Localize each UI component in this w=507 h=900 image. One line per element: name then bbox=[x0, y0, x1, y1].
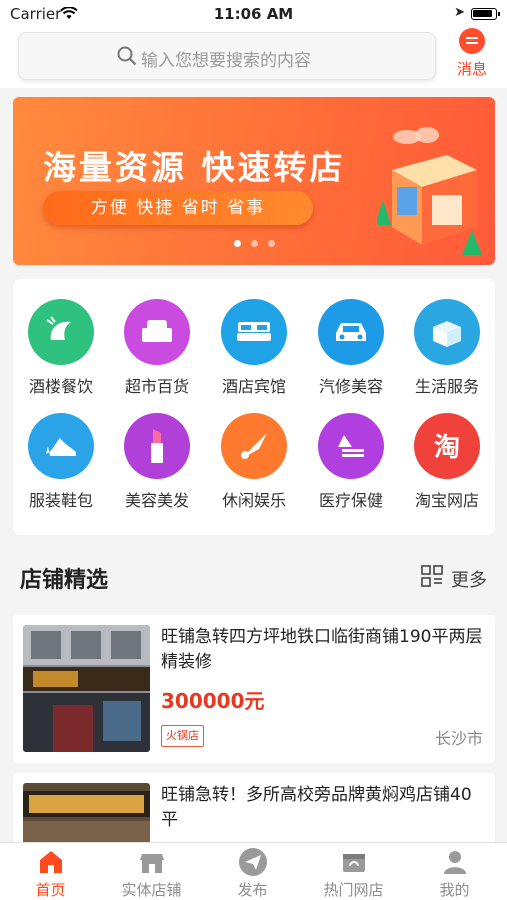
shuttlecock-icon bbox=[221, 413, 287, 479]
medical-icon bbox=[318, 413, 384, 479]
category-life-service[interactable]: 生活服务 bbox=[399, 299, 495, 397]
category-label: 医疗保健 bbox=[318, 491, 383, 510]
listing-photo bbox=[23, 783, 150, 843]
category-grid: 酒楼餐饮 超市百货 酒店宾馆 汽修美容 生活服务 服装鞋包 美容美发 休闲娱乐 … bbox=[13, 279, 495, 535]
tab-mine[interactable]: 我的 bbox=[404, 847, 505, 900]
tab-label: 发布 bbox=[237, 881, 268, 899]
banner-subtitle: 方便 快捷 省时 省事 bbox=[43, 191, 313, 225]
category-auto[interactable]: 汽修美容 bbox=[303, 299, 399, 397]
category-label: 淘宝网店 bbox=[414, 491, 479, 510]
tab-hot-online-shops[interactable]: 热门网店 bbox=[303, 847, 404, 900]
search-icon bbox=[117, 46, 137, 70]
bed-icon bbox=[221, 299, 287, 365]
tab-label: 我的 bbox=[439, 881, 470, 899]
taobao-icon: 淘 bbox=[414, 413, 480, 479]
car-icon bbox=[318, 299, 384, 365]
listing-title: 旺铺急转四方坪地铁口临街商铺190平两层精装修 bbox=[161, 627, 483, 672]
section-title: 店铺精选 bbox=[20, 568, 109, 593]
listing-city: 长沙市 bbox=[434, 729, 483, 748]
shrimp-icon bbox=[28, 299, 94, 365]
carousel-indicator[interactable] bbox=[13, 232, 495, 251]
listing-photo bbox=[23, 625, 150, 752]
home-icon bbox=[0, 847, 101, 877]
store-icon bbox=[101, 847, 202, 877]
header: 输入您想要搜索的内容 消息 bbox=[0, 28, 507, 88]
category-medical[interactable]: 医疗保健 bbox=[303, 413, 399, 511]
search-placeholder: 输入您想要搜索的内容 bbox=[141, 51, 311, 71]
promo-banner[interactable]: 海量资源 快速转店 方便 快捷 省时 省事 bbox=[13, 97, 495, 265]
listing-card[interactable]: 旺铺急转四方坪地铁口临街商铺190平两层精装修 300000元 火锅店 长沙市 bbox=[13, 615, 495, 763]
category-label: 美容美发 bbox=[124, 491, 189, 510]
svg-text:淘: 淘 bbox=[434, 433, 460, 463]
user-icon bbox=[404, 847, 505, 877]
tab-label: 热门网店 bbox=[323, 881, 384, 899]
category-dining[interactable]: 酒楼餐饮 bbox=[13, 299, 109, 397]
category-taobao[interactable]: 淘 淘宝网店 bbox=[399, 413, 495, 511]
category-label: 服装鞋包 bbox=[28, 491, 93, 510]
category-leisure[interactable]: 休闲娱乐 bbox=[206, 413, 302, 511]
category-label: 汽修美容 bbox=[318, 377, 383, 396]
banner-title: 海量资源 快速转店 bbox=[43, 148, 346, 187]
grid-icon bbox=[421, 565, 443, 592]
category-hotel[interactable]: 酒店宾馆 bbox=[206, 299, 302, 397]
send-icon bbox=[202, 847, 303, 877]
high-heel-icon bbox=[28, 413, 94, 479]
search-input[interactable]: 输入您想要搜索的内容 bbox=[18, 32, 436, 80]
lipstick-icon bbox=[124, 413, 190, 479]
carousel-dot[interactable] bbox=[267, 240, 275, 247]
clock: 11:06 AM bbox=[213, 5, 294, 23]
more-button[interactable]: 更多 bbox=[421, 565, 487, 592]
listing-price: 300000元 bbox=[161, 689, 265, 713]
tab-publish[interactable]: 发布 bbox=[202, 847, 303, 900]
category-label: 超市百货 bbox=[124, 377, 189, 396]
message-icon bbox=[459, 28, 485, 54]
message-label: 消息 bbox=[456, 60, 487, 78]
location-arrow-icon: ➤ bbox=[454, 5, 465, 20]
carousel-dot[interactable] bbox=[250, 240, 258, 247]
status-bar: Carrier 11:06 AM ➤ bbox=[0, 0, 507, 28]
listing-card[interactable]: 旺铺急转！多所高校旁品牌黄焖鸡店铺40平 bbox=[13, 773, 495, 843]
box-icon bbox=[414, 299, 480, 365]
battery-icon bbox=[471, 8, 500, 20]
online-shop-icon bbox=[303, 847, 404, 877]
listing-title: 旺铺急转！多所高校旁品牌黄焖鸡店铺40平 bbox=[161, 785, 472, 830]
tab-label: 实体店铺 bbox=[121, 881, 182, 899]
category-label: 生活服务 bbox=[414, 377, 479, 396]
tab-home[interactable]: 首页 bbox=[0, 847, 101, 900]
category-supermarket[interactable]: 超市百货 bbox=[109, 299, 205, 397]
category-label: 酒楼餐饮 bbox=[28, 377, 93, 396]
category-label: 酒店宾馆 bbox=[221, 377, 286, 396]
category-apparel[interactable]: 服装鞋包 bbox=[13, 413, 109, 511]
message-button[interactable]: 消息 bbox=[451, 28, 493, 79]
bottom-tab-bar: 首页 实体店铺 发布 热门网店 我的 bbox=[0, 842, 507, 900]
more-label: 更多 bbox=[451, 569, 487, 591]
category-label: 休闲娱乐 bbox=[221, 491, 286, 510]
carousel-dot[interactable] bbox=[233, 240, 241, 247]
tab-label: 首页 bbox=[35, 881, 66, 899]
category-beauty[interactable]: 美容美发 bbox=[109, 413, 205, 511]
tab-stores[interactable]: 实体店铺 bbox=[101, 847, 202, 900]
sofa-icon bbox=[124, 299, 190, 365]
listing-tag: 火锅店 bbox=[161, 725, 204, 747]
